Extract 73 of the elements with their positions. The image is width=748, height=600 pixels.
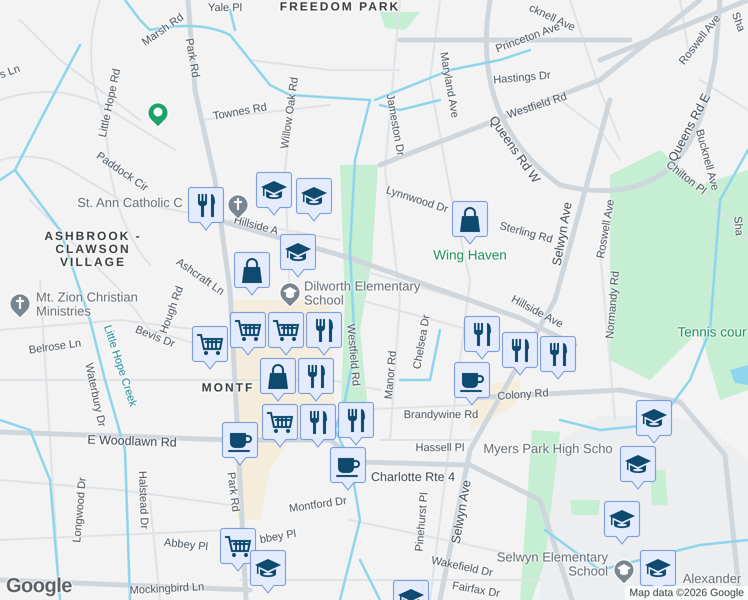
street-label: Brandywine Rd xyxy=(404,408,478,422)
street-label: Pinehurst Pl xyxy=(413,492,431,552)
street-label: Willow Oak Rd xyxy=(279,76,301,150)
fork-and-knife-pin[interactable] xyxy=(464,316,500,360)
street-label: Mockingbird Ln xyxy=(129,581,205,597)
graduation-cap-pin[interactable] xyxy=(296,178,332,222)
street-label: Maryland Ave xyxy=(437,51,461,119)
shopping-bag-pin[interactable] xyxy=(234,252,270,296)
graduation-cap-pin[interactable] xyxy=(280,234,316,278)
street-label: Sterling Rd xyxy=(498,220,554,246)
street-label: Jameston Dr xyxy=(384,93,406,157)
coffee-cup-pin[interactable] xyxy=(330,447,366,491)
area-label: FREEDOM PARK xyxy=(280,0,400,14)
place-label: Dilworth Elementary School xyxy=(304,280,422,308)
street-label: Abbey Pl xyxy=(163,536,209,554)
cross-pin[interactable] xyxy=(8,291,32,319)
fork-and-knife-pin[interactable] xyxy=(502,332,538,376)
shopping-cart-pin[interactable] xyxy=(268,312,304,356)
park-label: Wing Haven xyxy=(433,248,507,264)
graduation-cap-pin[interactable] xyxy=(250,550,286,594)
fork-and-knife-pin[interactable] xyxy=(338,402,374,446)
street-label: Colony Rd xyxy=(496,387,550,403)
street-label: Park Rd xyxy=(182,37,202,79)
street-label: Longwood Dr xyxy=(71,476,89,544)
fork-and-knife-pin[interactable] xyxy=(540,336,576,380)
graduation-cap-pin[interactable] xyxy=(620,446,656,490)
street-label: bbey Pl xyxy=(258,528,298,546)
shopping-bag-pin[interactable] xyxy=(260,358,296,402)
street-label: Yale Pl xyxy=(208,2,242,14)
fork-and-knife-pin[interactable] xyxy=(306,312,342,356)
street-label: Belrose Ln xyxy=(28,337,82,357)
place-label: Alexander xyxy=(682,572,742,586)
street-label: Manor Rd xyxy=(382,350,400,400)
street-label: Normandy Rd xyxy=(604,270,622,340)
coffee-cup-pin[interactable] xyxy=(222,422,258,466)
street-label: Hassell Pl xyxy=(416,442,464,454)
street-label: Hastings Dr xyxy=(492,69,552,87)
place-label: St. Ann Catholic C xyxy=(77,196,183,210)
street-label: Sha xyxy=(731,216,745,236)
coffee-cup-pin[interactable] xyxy=(454,362,490,406)
street-label: Wakefield Dr xyxy=(430,554,494,580)
street-label: Hillside A xyxy=(232,214,280,238)
street-label: Hough Rd xyxy=(158,284,186,336)
street-label: Westfield Rd xyxy=(344,324,362,386)
pond xyxy=(730,365,748,385)
shopping-bag-pin[interactable] xyxy=(452,201,488,245)
location-pin[interactable] xyxy=(146,100,170,128)
street-label: Roswell Ave xyxy=(594,198,618,260)
fork-and-knife-pin[interactable] xyxy=(298,358,334,402)
street-label: Park Rd xyxy=(224,472,242,512)
fork-and-knife-pin[interactable] xyxy=(188,187,224,231)
street-label: Townes Rd xyxy=(212,101,268,123)
park-area xyxy=(380,12,420,30)
street-label: Montford Dr xyxy=(288,494,348,516)
street-label: Waterbury Dr xyxy=(82,362,108,428)
place-label: Myers Park High Scho xyxy=(483,442,613,456)
shopping-cart-pin[interactable] xyxy=(220,528,256,572)
graduation-cap-pin[interactable] xyxy=(604,501,640,545)
street-label: Halstead Dr xyxy=(136,470,150,530)
shopping-cart-pin[interactable] xyxy=(192,326,228,370)
graduation-cap-pin[interactable] xyxy=(636,400,672,444)
street-label: Little Hope Rd xyxy=(96,68,124,138)
fork-and-knife-pin[interactable] xyxy=(300,404,336,448)
street-label: Fairfax Dr xyxy=(451,580,501,600)
street-label: Chelsea Dr xyxy=(411,314,433,370)
area-label: ASHBROOK - CLAWSON VILLAGE xyxy=(43,230,143,270)
graduation-cap-pin[interactable] xyxy=(256,172,292,216)
shopping-cart-pin[interactable] xyxy=(230,312,266,356)
shopping-cart-pin[interactable] xyxy=(262,404,298,448)
street-label: Sha xyxy=(728,10,748,34)
area-label: MONTF xyxy=(202,381,254,395)
park-label: Tennis cour xyxy=(677,326,747,340)
map-attribution: Map data ©2026 Google xyxy=(625,586,748,600)
